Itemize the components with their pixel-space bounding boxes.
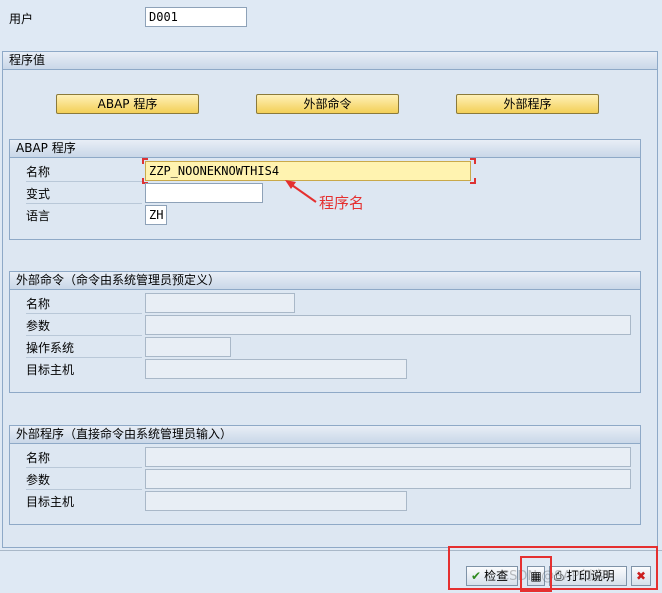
language-field[interactable]: ZH	[145, 205, 167, 225]
user-field[interactable]: D001	[145, 7, 247, 27]
ext-prog-host-field[interactable]	[145, 491, 407, 511]
ext-prog-name-label: 名称	[26, 451, 51, 465]
ext-cmd-params-field[interactable]	[145, 315, 631, 335]
abap-name-label: 名称	[26, 165, 51, 179]
variant-field[interactable]	[145, 183, 263, 203]
ext-prog-params-label: 参数	[26, 473, 51, 487]
program-values-title: 程序值	[3, 52, 657, 70]
save-highlight-frame	[520, 556, 552, 592]
focus-corner-tr	[470, 158, 476, 164]
ext-cmd-host-label: 目标主机	[26, 363, 75, 377]
ext-cmd-os-underline	[26, 357, 142, 358]
ext-cmd-host-field[interactable]	[145, 359, 407, 379]
ext-prog-params-field[interactable]	[145, 469, 631, 489]
focus-corner-br	[470, 178, 476, 184]
ext-cmd-os-label: 操作系统	[26, 341, 75, 355]
ext-prog-params-underline	[26, 489, 142, 490]
abap-variant-underline	[26, 203, 142, 204]
annotation-program-name: 程序名	[319, 194, 365, 212]
ext-cmd-name-underline	[26, 313, 142, 314]
ext-prog-host-label: 目标主机	[26, 495, 75, 509]
toolbar-highlight-frame	[448, 546, 658, 590]
abap-program-title: ABAP 程序	[10, 140, 640, 158]
ext-prog-name-underline	[26, 467, 142, 468]
ext-cmd-params-underline	[26, 335, 142, 336]
external-program-title: 外部程序（直接命令由系统管理员输入）	[10, 426, 640, 444]
ext-cmd-params-label: 参数	[26, 319, 51, 333]
ext-prog-name-field[interactable]	[145, 447, 631, 467]
abap-variant-label: 变式	[26, 187, 51, 201]
user-label: 用户	[9, 12, 34, 26]
abap-name-underline	[26, 181, 142, 182]
focus-corner-tl	[142, 158, 148, 164]
external-command-title: 外部命令（命令由系统管理员预定义）	[10, 272, 640, 290]
abap-program-button[interactable]: ABAP 程序	[56, 94, 199, 114]
ext-cmd-os-field[interactable]	[145, 337, 231, 357]
ext-cmd-name-field[interactable]	[145, 293, 295, 313]
external-program-button[interactable]: 外部程序	[456, 94, 599, 114]
abap-language-label: 语言	[26, 209, 51, 223]
external-command-button[interactable]: 外部命令	[256, 94, 399, 114]
ext-cmd-name-label: 名称	[26, 297, 51, 311]
